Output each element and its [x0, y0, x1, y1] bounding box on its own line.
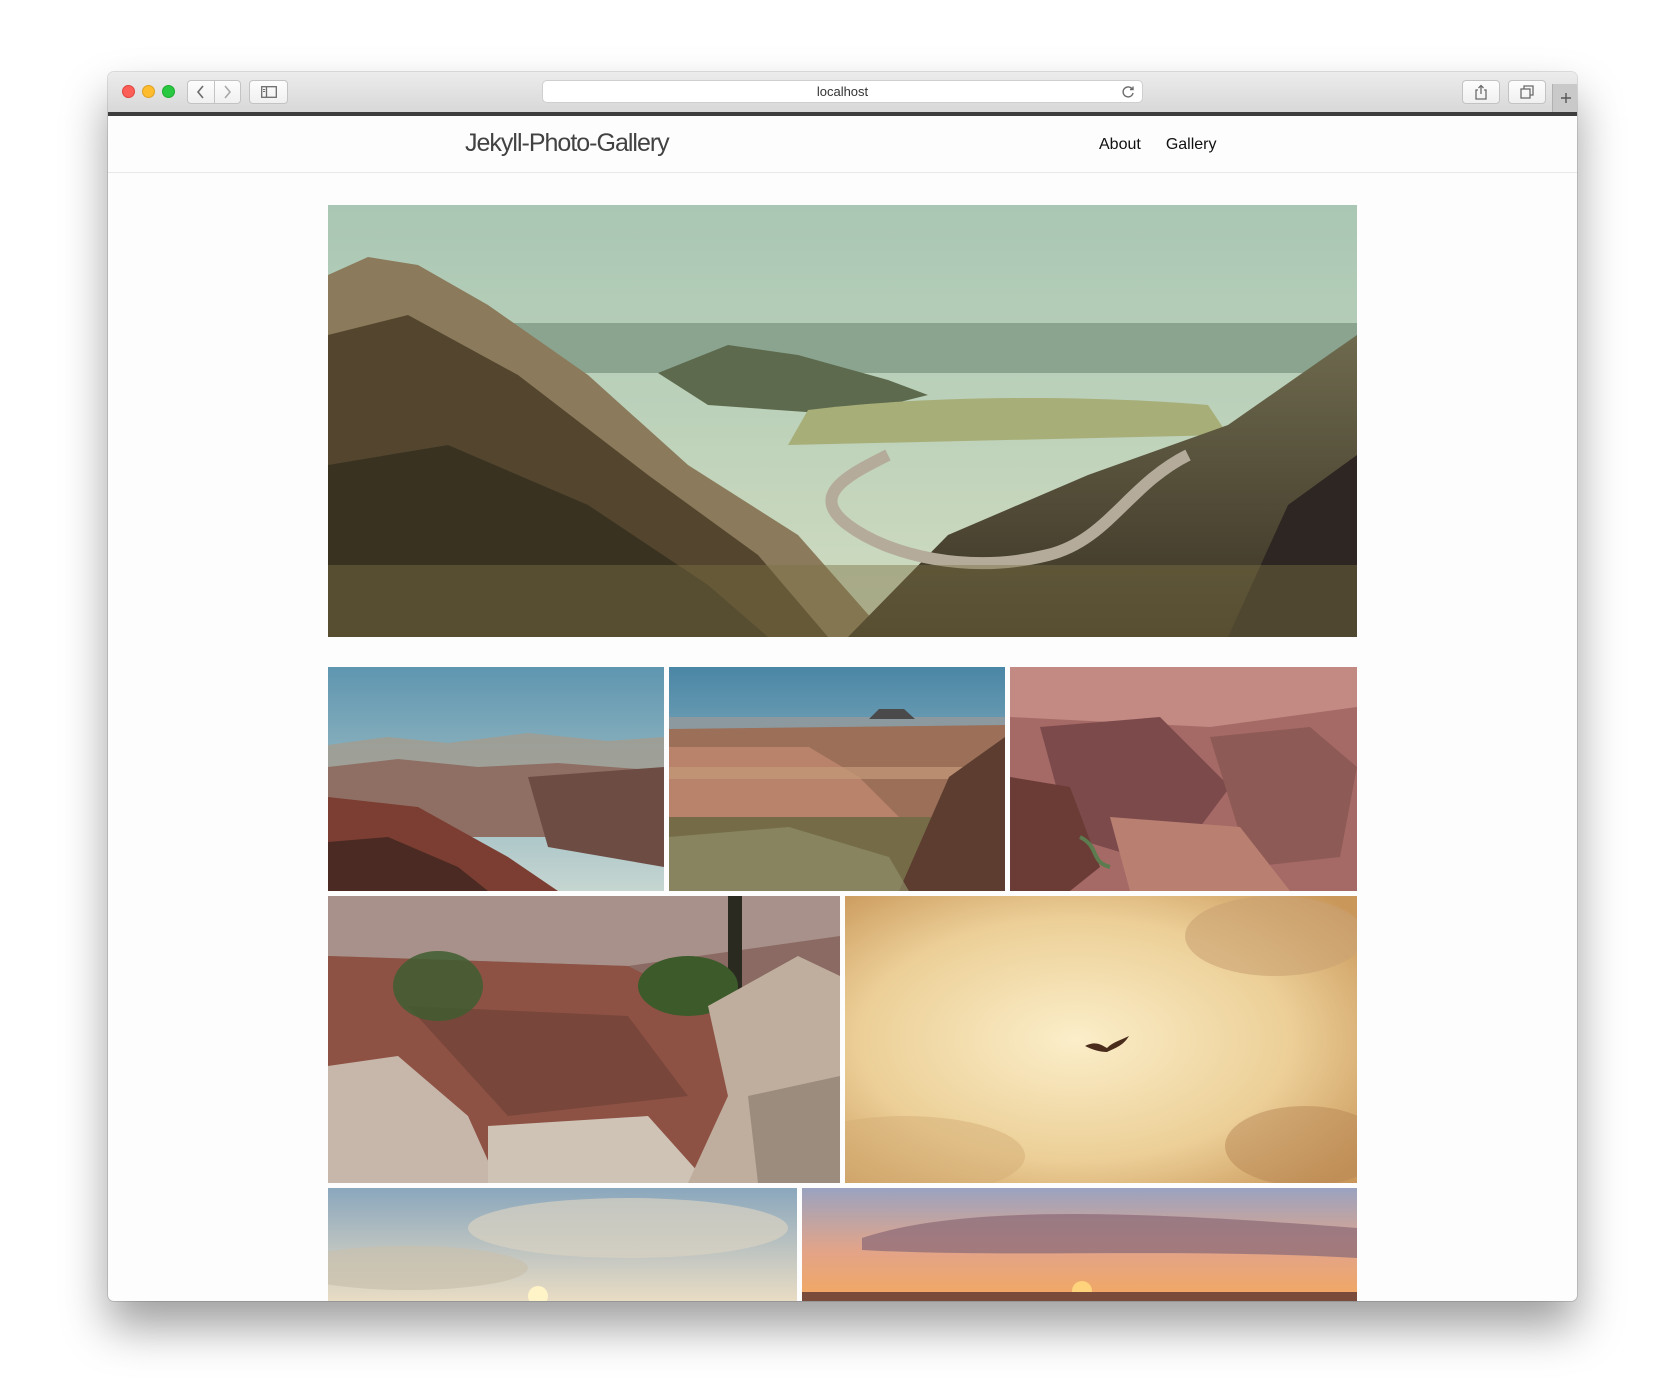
- address-bar[interactable]: localhost: [542, 80, 1143, 103]
- chevron-left-icon: [196, 85, 204, 99]
- url-text: localhost: [816, 84, 869, 99]
- minimize-window-button[interactable]: [142, 85, 155, 98]
- plus-icon: [1560, 93, 1571, 103]
- browser-window: localhost Jekyll-Photo-Gallery About Gal…: [108, 72, 1577, 1301]
- gallery-photo-hero[interactable]: [328, 205, 1357, 637]
- sidebar-toggle-button[interactable]: [249, 80, 288, 104]
- reload-icon[interactable]: [1120, 84, 1136, 100]
- nav-link-gallery[interactable]: Gallery: [1166, 136, 1217, 154]
- site-header: Jekyll-Photo-Gallery About Gallery: [108, 116, 1577, 173]
- sidebar-icon: [260, 86, 277, 98]
- back-button[interactable]: [188, 81, 214, 103]
- gallery-photo-7[interactable]: [802, 1188, 1357, 1301]
- chevron-right-icon: [224, 85, 232, 99]
- gallery-photo-5[interactable]: [845, 896, 1357, 1183]
- browser-toolbar: localhost: [108, 72, 1577, 113]
- forward-button[interactable]: [213, 81, 241, 103]
- gallery-photo-6[interactable]: [328, 1188, 797, 1301]
- history-nav-group: [187, 80, 241, 104]
- site-nav: About Gallery: [1099, 136, 1217, 154]
- site-title-link[interactable]: Jekyll-Photo-Gallery: [465, 129, 670, 158]
- gallery-photo-4[interactable]: [328, 896, 840, 1183]
- close-window-button[interactable]: [122, 85, 135, 98]
- share-button[interactable]: [1462, 80, 1500, 104]
- show-tabs-button[interactable]: [1508, 80, 1546, 104]
- tabs-icon: [1520, 85, 1534, 99]
- gallery-photo-3[interactable]: [1010, 667, 1357, 891]
- share-icon: [1475, 84, 1487, 100]
- nav-link-about[interactable]: About: [1099, 136, 1141, 154]
- gallery-photo-1[interactable]: [328, 667, 664, 891]
- maximize-window-button[interactable]: [162, 85, 175, 98]
- new-tab-button[interactable]: [1552, 84, 1577, 112]
- gallery-photo-2[interactable]: [669, 667, 1005, 891]
